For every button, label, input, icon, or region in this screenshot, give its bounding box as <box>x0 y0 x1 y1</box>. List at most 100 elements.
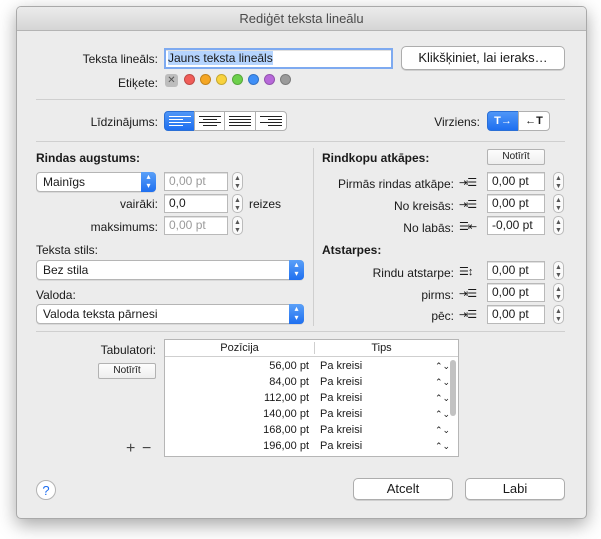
cancel-button[interactable]: Atcelt <box>353 478 453 500</box>
chevron-updown-icon[interactable]: ⌃⌄ <box>435 438 450 454</box>
tab-type-cell[interactable]: Pa kreisi <box>320 454 362 456</box>
separator <box>36 331 565 332</box>
text-style-popup[interactable]: Bez stila ▴ ▾ <box>36 260 304 280</box>
space-after-stepper[interactable]: ▲ ▼ <box>553 305 564 324</box>
line-height-stepper[interactable]: ▲ ▼ <box>232 172 243 191</box>
tag-color-7[interactable] <box>280 74 291 85</box>
right-indent-input[interactable]: -0,00 pt <box>487 216 545 235</box>
tab-type-cell[interactable]: Pa kreisi <box>320 438 362 454</box>
space-after-input[interactable]: 0,00 pt <box>487 305 545 324</box>
first-line-indent-icon: ⇥☰ <box>459 177 477 189</box>
tag-color-1[interactable] <box>184 74 195 85</box>
separator <box>36 99 565 100</box>
maximum-stepper[interactable]: ▲ ▼ <box>232 216 243 235</box>
left-indent-input[interactable]: 0,00 pt <box>487 194 545 213</box>
table-row[interactable]: 168,00 pt Pa kreisi ⌃⌄ <box>165 422 450 438</box>
chevron-updown-icon: ▴ ▾ <box>141 172 156 192</box>
indents-heading: Rindkopu atkāpes: <box>322 151 430 165</box>
left-indent-icon: ⇥☰ <box>459 199 477 211</box>
chevron-updown-icon[interactable]: ⌃⌄ <box>435 406 450 422</box>
tab-type-cell[interactable]: Pa kreisi <box>320 406 362 422</box>
align-right-button[interactable] <box>255 111 287 131</box>
no-tag-icon[interactable]: ✕ <box>165 74 178 87</box>
tab-position-cell[interactable]: 196,00 pt <box>165 438 309 454</box>
tab-type-cell[interactable]: Pa kreisi <box>320 390 362 406</box>
chevron-updown-icon[interactable]: ⌃⌄ <box>435 454 450 456</box>
table-row[interactable]: 196,00 pt Pa kreisi ⌃⌄ <box>165 438 450 454</box>
chevron-updown-icon: ▴ ▾ <box>289 260 304 280</box>
table-header: Pozīcija Tips <box>165 340 458 357</box>
tabs-clear-button[interactable]: Notīrīt <box>98 363 156 379</box>
line-spacing-icon: ☰↕ <box>459 266 473 278</box>
multiple-input[interactable]: 0,0 <box>164 194 228 213</box>
align-center-button[interactable] <box>194 111 225 131</box>
tab-type-cell[interactable]: Pa kreisi <box>320 374 362 390</box>
space-before-input[interactable]: 0,00 pt <box>487 283 545 302</box>
align-justify-button[interactable] <box>224 111 256 131</box>
language-popup[interactable]: Valoda teksta pārnesi ▴ ▾ <box>36 304 304 324</box>
left-indent-stepper[interactable]: ▲ ▼ <box>553 194 564 213</box>
first-line-indent-input[interactable]: 0,00 pt <box>487 172 545 191</box>
line-height-mode-popup[interactable]: Mainīgs ▴ ▾ <box>36 172 156 192</box>
ltr-direction-button[interactable]: T→ <box>487 111 519 131</box>
shortcut-button[interactable]: Klikšķiniet, lai ieraks… <box>401 46 565 70</box>
tab-position-cell[interactable]: 168,00 pt <box>165 422 309 438</box>
align-center-icon <box>199 116 221 128</box>
tag-color-4[interactable] <box>232 74 243 85</box>
multiple-stepper[interactable]: ▲ ▼ <box>232 194 243 213</box>
tab-stops-table[interactable]: Pozīcija Tips 56,00 pt Pa kreisi ⌃⌄ 84,00 p… <box>164 339 459 457</box>
chevron-updown-icon[interactable]: ⌃⌄ <box>435 422 450 438</box>
line-spacing-stepper[interactable]: ▲ ▼ <box>553 261 564 280</box>
table-row[interactable]: 140,00 pt Pa kreisi ⌃⌄ <box>165 406 450 422</box>
spacing-heading: Atstarpes: <box>322 243 382 257</box>
table-row[interactable]: 224,00 pt Pa kreisi ⌃⌄ <box>165 454 450 456</box>
tab-type-cell[interactable]: Pa kreisi <box>320 422 362 438</box>
tag-label: Etiķete: <box>117 76 158 90</box>
remove-tab-button[interactable]: − <box>142 440 151 458</box>
tab-position-cell[interactable]: 112,00 pt <box>165 390 309 406</box>
rtl-direction-button[interactable]: ←T <box>518 111 550 131</box>
chevron-updown-icon[interactable]: ⌃⌄ <box>435 390 450 406</box>
tab-position-cell[interactable]: 140,00 pt <box>165 406 309 422</box>
line-height-heading: Rindas augstums: <box>36 151 141 165</box>
right-indent-stepper[interactable]: ▲ ▼ <box>553 216 564 235</box>
ruler-name-input[interactable]: Jauns teksta lineāls <box>164 48 393 69</box>
tag-color-5[interactable] <box>248 74 259 85</box>
line-height-value-input[interactable]: 0,00 pt <box>164 172 228 191</box>
chevron-updown-icon[interactable]: ⌃⌄ <box>435 374 450 390</box>
align-left-button[interactable] <box>164 111 195 131</box>
space-after-icon: ⇥☰ <box>459 309 477 321</box>
tab-position-cell[interactable]: 56,00 pt <box>165 358 309 374</box>
multiple-label: vairāki: <box>119 197 158 211</box>
window-title: Rediģēt teksta lineālu <box>17 7 586 31</box>
help-button[interactable]: ? <box>36 480 56 500</box>
type-column-header[interactable]: Tips <box>315 340 448 356</box>
vertical-separator <box>313 148 314 326</box>
tab-position-cell[interactable]: 224,00 pt <box>165 454 309 456</box>
tag-color-3[interactable] <box>216 74 227 85</box>
align-justify-icon <box>229 116 251 128</box>
language-label: Valoda: <box>36 288 76 302</box>
table-scrollbar[interactable] <box>450 360 456 416</box>
first-line-indent-label: Pirmās rindas atkāpe: <box>337 177 454 191</box>
table-row[interactable]: 84,00 pt Pa kreisi ⌃⌄ <box>165 374 450 390</box>
add-tab-button[interactable]: + <box>126 440 135 458</box>
align-right-icon <box>260 116 282 128</box>
tab-position-cell[interactable]: 84,00 pt <box>165 374 309 390</box>
first-line-indent-stepper[interactable]: ▲ ▼ <box>553 172 564 191</box>
tab-type-cell[interactable]: Pa kreisi <box>320 358 362 374</box>
table-row[interactable]: 112,00 pt Pa kreisi ⌃⌄ <box>165 390 450 406</box>
indents-clear-button[interactable]: Notīrīt <box>487 149 545 165</box>
tag-color-6[interactable] <box>264 74 275 85</box>
table-row[interactable]: 56,00 pt Pa kreisi ⌃⌄ <box>165 358 450 374</box>
line-spacing-input[interactable]: 0,00 pt <box>487 261 545 280</box>
alignment-label: Līdzinājums: <box>90 115 158 129</box>
line-spacing-label: Rindu atstarpe: <box>372 266 454 280</box>
maximum-input[interactable]: 0,00 pt <box>164 216 228 235</box>
position-column-header[interactable]: Pozīcija <box>165 340 314 356</box>
ok-button[interactable]: Labi <box>465 478 565 500</box>
align-left-icon <box>169 116 191 128</box>
space-before-stepper[interactable]: ▲ ▼ <box>553 283 564 302</box>
tag-color-2[interactable] <box>200 74 211 85</box>
chevron-updown-icon[interactable]: ⌃⌄ <box>435 358 450 374</box>
